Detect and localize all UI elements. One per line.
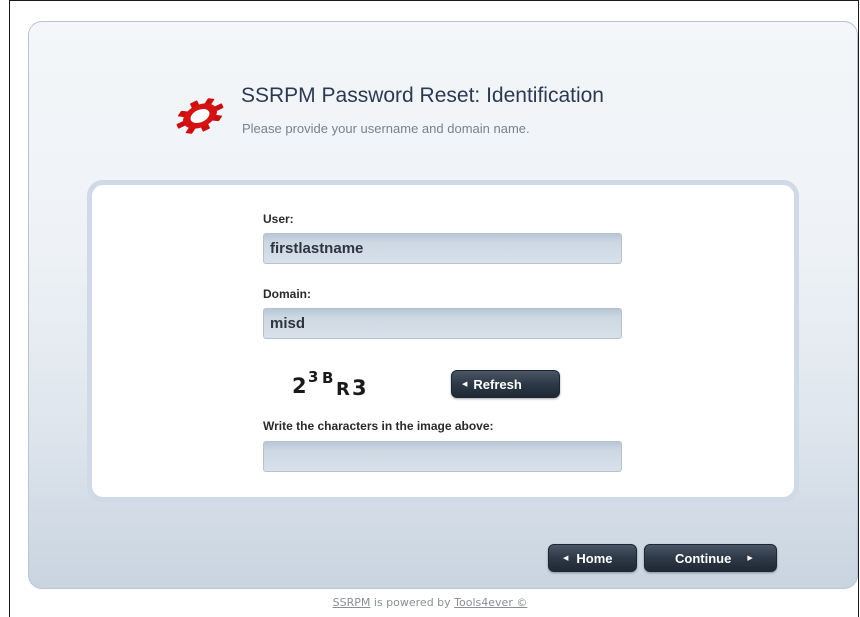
domain-label: Domain: xyxy=(263,287,311,301)
right-arrow-icon: ▶ xyxy=(747,555,753,562)
footer: SSRPM is powered by Tools4ever © xyxy=(0,596,860,609)
left-arrow-icon: ◀ xyxy=(462,381,468,388)
continue-button[interactable]: Continue ▶ xyxy=(644,544,777,572)
captcha-char-1: 2 xyxy=(292,374,307,398)
user-label: User: xyxy=(263,212,294,226)
domain-field[interactable] xyxy=(263,308,622,339)
continue-button-label: Continue xyxy=(675,550,732,566)
captcha-prompt: Write the characters in the image above: xyxy=(263,419,494,433)
refresh-button-label: Refresh xyxy=(473,376,522,392)
page-title: SSRPM Password Reset: Identification xyxy=(241,84,604,107)
captcha-char-2: 3 xyxy=(308,368,318,386)
user-field[interactable] xyxy=(263,233,622,264)
captcha-char-5: 3 xyxy=(352,376,367,399)
home-button-label: Home xyxy=(576,550,613,566)
tools4ever-link[interactable]: Tools4ever © xyxy=(454,596,527,609)
captcha-image: 2 3 B R 3 xyxy=(292,368,367,399)
footer-powered-text: is powered by xyxy=(370,596,455,609)
captcha-char-4: R xyxy=(336,379,350,399)
left-arrow-icon: ◀ xyxy=(563,555,569,562)
ssrpm-link[interactable]: SSRPM xyxy=(333,596,371,609)
refresh-button[interactable]: ◀ Refresh xyxy=(451,370,560,398)
captcha-char-3: B xyxy=(322,369,333,387)
captcha-input[interactable] xyxy=(263,441,622,472)
gear-icon xyxy=(176,98,224,134)
home-button[interactable]: ◀ Home xyxy=(548,544,637,572)
page-subtitle: Please provide your username and domain … xyxy=(242,121,530,136)
